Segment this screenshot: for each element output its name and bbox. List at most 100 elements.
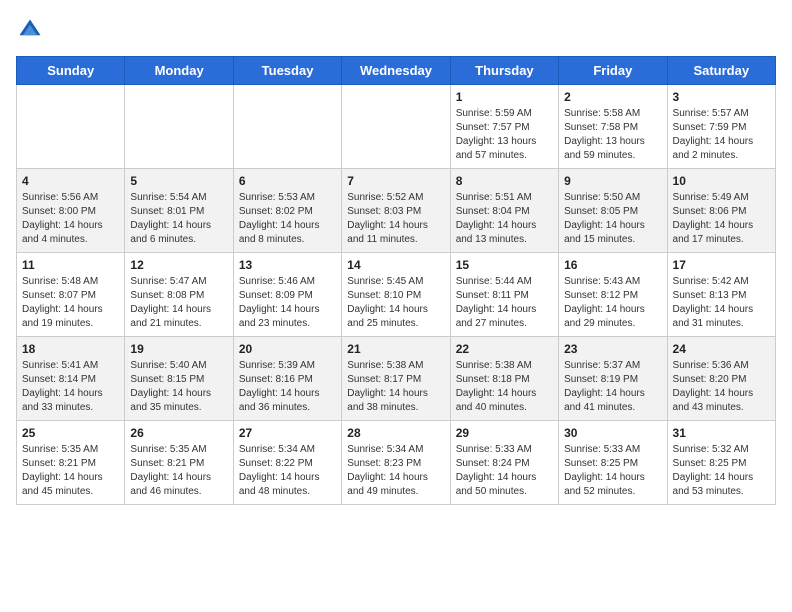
calendar-cell: 1Sunrise: 5:59 AM Sunset: 7:57 PM Daylig…: [450, 85, 558, 169]
calendar-cell: 19 Sunrise: 5:40 AM Sunset: 8:15 PM Dayli…: [125, 337, 233, 421]
day-info: Sunrise: 5:44 AM Sunset: 8:11 PM Dayligh…: [456, 275, 553, 331]
calendar-header: SundayMondayTuesdayWednesdayThursdayFrid…: [17, 57, 776, 85]
calendar-cell: 21 Sunrise: 5:38 AM Sunset: 8:17 PM Dayli…: [342, 337, 450, 421]
day-info: Sunrise: 5:40 AM Sunset: 8:15 PM Dayligh…: [130, 359, 227, 415]
calendar-cell: 23Sunrise: 5:37 AM Sunset: 8:19 PM Dayli…: [559, 337, 667, 421]
calendar-cell: 7 Sunrise: 5:52 AM Sunset: 8:03 PM Daylig…: [342, 169, 450, 253]
calendar-cell: 18 Sunrise: 5:41 AM Sunset: 8:14 PM Dayli…: [17, 337, 125, 421]
logo-icon: [16, 16, 44, 44]
day-number: 6: [239, 174, 336, 188]
day-number: 3: [673, 90, 770, 104]
calendar-cell: 10Sunrise: 5:49 AM Sunset: 8:06 PM Dayli…: [667, 169, 775, 253]
day-number: 21: [347, 342, 444, 356]
day-number: 16: [564, 258, 661, 272]
day-number: 23: [564, 342, 661, 356]
day-number: 27: [239, 426, 336, 440]
day-info: Sunrise: 5:32 AM Sunset: 8:25 PM Dayligh…: [673, 443, 770, 499]
day-info: Sunrise: 5:51 AM Sunset: 8:04 PM Dayligh…: [456, 191, 553, 247]
day-number: 4: [22, 174, 119, 188]
calendar-cell: 27 Sunrise: 5:34 AM Sunset: 8:22 PM Dayli…: [233, 421, 341, 505]
day-info: Sunrise: 5:56 AM Sunset: 8:00 PM Dayligh…: [22, 191, 119, 247]
day-info: Sunrise: 5:45 AM Sunset: 8:10 PM Dayligh…: [347, 275, 444, 331]
day-number: 19: [130, 342, 227, 356]
day-info: Sunrise: 5:48 AM Sunset: 8:07 PM Dayligh…: [22, 275, 119, 331]
day-info: Sunrise: 5:33 AM Sunset: 8:24 PM Dayligh…: [456, 443, 553, 499]
day-header-tuesday: Tuesday: [233, 57, 341, 85]
calendar-cell: 31 Sunrise: 5:32 AM Sunset: 8:25 PM Dayli…: [667, 421, 775, 505]
calendar-cell: [125, 85, 233, 169]
calendar-week-2: 11Sunrise: 5:48 AM Sunset: 8:07 PM Dayli…: [17, 253, 776, 337]
calendar-cell: [233, 85, 341, 169]
day-number: 15: [456, 258, 553, 272]
day-number: 1: [456, 90, 553, 104]
calendar-cell: 3 Sunrise: 5:57 AM Sunset: 7:59 PM Daylig…: [667, 85, 775, 169]
day-info: Sunrise: 5:47 AM Sunset: 8:08 PM Dayligh…: [130, 275, 227, 331]
logo: [16, 16, 48, 44]
day-header-wednesday: Wednesday: [342, 57, 450, 85]
calendar-cell: [342, 85, 450, 169]
day-info: Sunrise: 5:38 AM Sunset: 8:18 PM Dayligh…: [456, 359, 553, 415]
day-number: 22: [456, 342, 553, 356]
calendar-cell: 24Sunrise: 5:36 AM Sunset: 8:20 PM Dayli…: [667, 337, 775, 421]
day-info: Sunrise: 5:38 AM Sunset: 8:17 PM Dayligh…: [347, 359, 444, 415]
day-number: 26: [130, 426, 227, 440]
calendar-cell: 4 Sunrise: 5:56 AM Sunset: 8:00 PM Daylig…: [17, 169, 125, 253]
calendar-week-3: 18 Sunrise: 5:41 AM Sunset: 8:14 PM Dayli…: [17, 337, 776, 421]
day-info: Sunrise: 5:50 AM Sunset: 8:05 PM Dayligh…: [564, 191, 661, 247]
day-number: 14: [347, 258, 444, 272]
calendar-cell: 20 Sunrise: 5:39 AM Sunset: 8:16 PM Dayli…: [233, 337, 341, 421]
day-number: 2: [564, 90, 661, 104]
day-number: 24: [673, 342, 770, 356]
calendar-cell: 2Sunrise: 5:58 AM Sunset: 7:58 PM Daylig…: [559, 85, 667, 169]
day-info: Sunrise: 5:39 AM Sunset: 8:16 PM Dayligh…: [239, 359, 336, 415]
calendar-cell: 15 Sunrise: 5:44 AM Sunset: 8:11 PM Dayli…: [450, 253, 558, 337]
calendar-cell: 11Sunrise: 5:48 AM Sunset: 8:07 PM Dayli…: [17, 253, 125, 337]
calendar-cell: 8 Sunrise: 5:51 AM Sunset: 8:04 PM Daylig…: [450, 169, 558, 253]
calendar-cell: 6Sunrise: 5:53 AM Sunset: 8:02 PM Daylig…: [233, 169, 341, 253]
day-number: 29: [456, 426, 553, 440]
day-number: 10: [673, 174, 770, 188]
calendar-cell: 13 Sunrise: 5:46 AM Sunset: 8:09 PM Dayli…: [233, 253, 341, 337]
calendar-cell: [17, 85, 125, 169]
day-info: Sunrise: 5:33 AM Sunset: 8:25 PM Dayligh…: [564, 443, 661, 499]
day-number: 25: [22, 426, 119, 440]
day-number: 18: [22, 342, 119, 356]
calendar-cell: 26 Sunrise: 5:35 AM Sunset: 8:21 PM Dayli…: [125, 421, 233, 505]
day-number: 13: [239, 258, 336, 272]
calendar-cell: 17 Sunrise: 5:42 AM Sunset: 8:13 PM Dayli…: [667, 253, 775, 337]
calendar-cell: 22 Sunrise: 5:38 AM Sunset: 8:18 PM Dayli…: [450, 337, 558, 421]
day-number: 20: [239, 342, 336, 356]
calendar-table: SundayMondayTuesdayWednesdayThursdayFrid…: [16, 56, 776, 505]
calendar-cell: 25 Sunrise: 5:35 AM Sunset: 8:21 PM Dayli…: [17, 421, 125, 505]
day-info: Sunrise: 5:52 AM Sunset: 8:03 PM Dayligh…: [347, 191, 444, 247]
day-info: Sunrise: 5:54 AM Sunset: 8:01 PM Dayligh…: [130, 191, 227, 247]
day-info: Sunrise: 5:34 AM Sunset: 8:23 PM Dayligh…: [347, 443, 444, 499]
day-number: 30: [564, 426, 661, 440]
calendar-cell: 14 Sunrise: 5:45 AM Sunset: 8:10 PM Dayli…: [342, 253, 450, 337]
calendar-cell: 5Sunrise: 5:54 AM Sunset: 8:01 PM Daylig…: [125, 169, 233, 253]
day-number: 28: [347, 426, 444, 440]
day-header-friday: Friday: [559, 57, 667, 85]
day-info: Sunrise: 5:34 AM Sunset: 8:22 PM Dayligh…: [239, 443, 336, 499]
header-row: SundayMondayTuesdayWednesdayThursdayFrid…: [17, 57, 776, 85]
day-info: Sunrise: 5:43 AM Sunset: 8:12 PM Dayligh…: [564, 275, 661, 331]
calendar-body: 1Sunrise: 5:59 AM Sunset: 7:57 PM Daylig…: [17, 85, 776, 505]
day-header-monday: Monday: [125, 57, 233, 85]
day-header-sunday: Sunday: [17, 57, 125, 85]
day-number: 31: [673, 426, 770, 440]
day-info: Sunrise: 5:46 AM Sunset: 8:09 PM Dayligh…: [239, 275, 336, 331]
day-info: Sunrise: 5:41 AM Sunset: 8:14 PM Dayligh…: [22, 359, 119, 415]
day-number: 17: [673, 258, 770, 272]
day-header-saturday: Saturday: [667, 57, 775, 85]
day-info: Sunrise: 5:57 AM Sunset: 7:59 PM Dayligh…: [673, 107, 770, 163]
day-info: Sunrise: 5:35 AM Sunset: 8:21 PM Dayligh…: [130, 443, 227, 499]
calendar-cell: 28 Sunrise: 5:34 AM Sunset: 8:23 PM Dayli…: [342, 421, 450, 505]
day-info: Sunrise: 5:35 AM Sunset: 8:21 PM Dayligh…: [22, 443, 119, 499]
day-header-thursday: Thursday: [450, 57, 558, 85]
calendar-cell: 12 Sunrise: 5:47 AM Sunset: 8:08 PM Dayli…: [125, 253, 233, 337]
day-number: 9: [564, 174, 661, 188]
day-number: 12: [130, 258, 227, 272]
day-number: 7: [347, 174, 444, 188]
day-number: 8: [456, 174, 553, 188]
day-info: Sunrise: 5:42 AM Sunset: 8:13 PM Dayligh…: [673, 275, 770, 331]
